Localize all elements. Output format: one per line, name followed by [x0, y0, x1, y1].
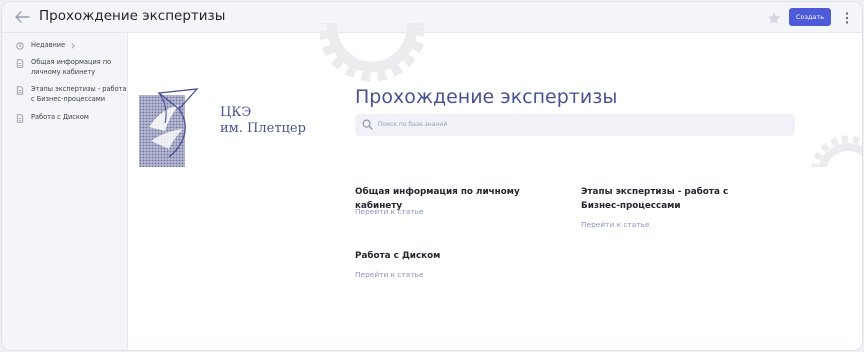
document-icon: [16, 114, 24, 123]
top-bar: Прохождение экспертизы Создать: [2, 2, 862, 33]
document-icon: [16, 86, 24, 95]
sidebar-item-account-info[interactable]: Общая информация по личному кабинету: [16, 58, 127, 77]
document-icon: [16, 59, 24, 68]
sidebar-item-recent[interactable]: Недавние: [16, 41, 77, 51]
organization-logo: [139, 87, 205, 167]
create-button[interactable]: Создать: [789, 8, 831, 26]
article-link[interactable]: Перейти к статье: [355, 207, 424, 216]
gear-decoration-icon: [810, 135, 862, 167]
clock-icon: [16, 42, 24, 50]
app-window: Прохождение экспертизы Создать Недавние …: [1, 1, 863, 351]
page-title: Прохождение экспертизы: [39, 8, 226, 24]
article-link[interactable]: Перейти к статье: [355, 270, 424, 279]
article-title: Этапы экспертизы - работа с Бизнес-проце…: [581, 187, 729, 211]
sidebar-item-label: Общая информация по личному кабинету: [31, 58, 112, 76]
sidebar-item-label: Работа с Диском: [31, 113, 89, 121]
more-options-icon[interactable]: [842, 10, 852, 24]
chevron-right-icon: [71, 43, 75, 49]
search-placeholder: Поиск по базе знаний: [378, 121, 448, 128]
sidebar-item-label: Недавние: [31, 41, 66, 49]
sidebar-item-label: Этапы экспертизы - работа с Бизнес-проце…: [31, 85, 127, 103]
search-icon: [362, 119, 373, 130]
knowledge-base-title: Прохождение экспертизы: [355, 86, 618, 108]
main-content: ЦКЭ им. Плетцер Прохождение экспертизы П…: [128, 23, 862, 350]
sidebar: Недавние Общая информация по личному каб…: [2, 33, 128, 350]
sidebar-item-expertise-stages[interactable]: Этапы экспертизы - работа с Бизнес-проце…: [16, 85, 127, 104]
article-title: Работа с Диском: [355, 251, 441, 261]
search-input[interactable]: Поиск по базе знаний: [355, 114, 795, 136]
gear-decoration-icon: [320, 23, 424, 82]
logo-text: ЦКЭ им. Плетцер: [220, 105, 306, 136]
sidebar-item-disk[interactable]: Работа с Диском: [16, 113, 127, 123]
back-arrow-icon[interactable]: [13, 9, 31, 25]
star-icon[interactable]: [767, 10, 781, 24]
article-link[interactable]: Перейти к статье: [581, 220, 650, 229]
